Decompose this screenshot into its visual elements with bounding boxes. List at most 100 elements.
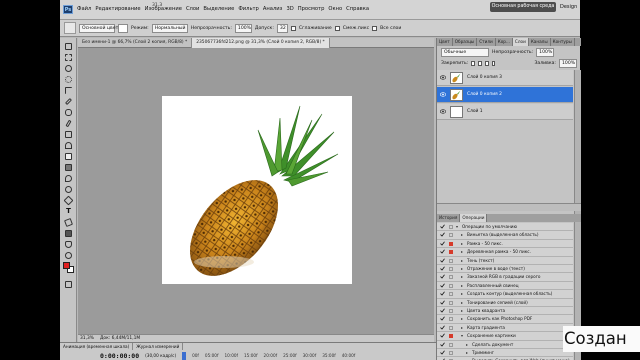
mode-select[interactable]: Нормальный bbox=[151, 23, 188, 33]
expand-right-icon[interactable]: ▸ bbox=[461, 231, 463, 239]
menu-file[interactable]: Файл bbox=[77, 5, 91, 14]
document-tab-png[interactable]: 235067736fd212.png @ 31,3% (Слой 0 копия… bbox=[192, 38, 330, 48]
pattern-picker[interactable] bbox=[118, 23, 128, 33]
spot-healing-tool-icon[interactable] bbox=[63, 108, 74, 117]
menu-image[interactable]: Изображение bbox=[145, 5, 182, 14]
menu-help[interactable]: Справка bbox=[346, 5, 369, 14]
expand-down-icon[interactable]: ▾ bbox=[456, 223, 458, 231]
hand-tool-icon[interactable] bbox=[63, 240, 74, 249]
status-zoom[interactable]: 31,3% bbox=[80, 335, 94, 342]
document-tab-untitled[interactable]: Без имени-1 @ 66,7% (Слой 2 копия, RGB/8… bbox=[78, 38, 193, 48]
checkmark-icon[interactable] bbox=[440, 232, 445, 237]
action-item[interactable]: ▸ Тень (текст) bbox=[437, 256, 573, 265]
zoom-readout[interactable]: 31,3 bbox=[152, 3, 162, 8]
action-item[interactable]: ▸ Деревянная рамка - 50 пикс. bbox=[437, 248, 573, 257]
expand-right-icon[interactable]: ▸ bbox=[461, 315, 463, 323]
dialog-toggle-icon[interactable] bbox=[449, 258, 453, 263]
shape-tool-icon[interactable] bbox=[63, 229, 74, 238]
type-tool-icon[interactable]: T bbox=[63, 207, 74, 216]
expand-right-icon[interactable]: ▸ bbox=[466, 341, 468, 349]
paint-bucket-tool-icon[interactable] bbox=[64, 22, 76, 34]
dialog-toggle-icon[interactable] bbox=[449, 241, 453, 246]
dialog-toggle-icon[interactable] bbox=[449, 250, 453, 255]
action-item[interactable]: ▾ Операции по умолчанию bbox=[437, 223, 573, 232]
expand-right-icon[interactable]: ▸ bbox=[461, 257, 463, 265]
tab-animation[interactable]: Анимация (временная шкала) bbox=[60, 343, 134, 350]
layer-name[interactable]: Слой 0 копия 3 bbox=[467, 70, 502, 86]
tab-styles[interactable]: Стили bbox=[477, 38, 496, 46]
design-workspace-button[interactable]: Design bbox=[560, 2, 582, 12]
action-item[interactable]: ▸ Сделать документ bbox=[437, 340, 573, 349]
checkmark-icon[interactable] bbox=[440, 266, 445, 271]
blend-mode-select[interactable]: Обычные bbox=[441, 48, 489, 57]
checkmark-icon[interactable] bbox=[440, 308, 445, 313]
history-brush-tool-icon[interactable] bbox=[63, 141, 74, 150]
paint-bucket-tool-icon[interactable] bbox=[63, 163, 74, 172]
lock-pixels-icon[interactable] bbox=[478, 61, 482, 66]
expand-right-icon[interactable]: ▸ bbox=[461, 299, 463, 307]
expand-right-icon[interactable]: ▸ bbox=[461, 290, 463, 298]
checkmark-icon[interactable] bbox=[440, 342, 445, 347]
fill-input[interactable]: 100% bbox=[558, 59, 577, 68]
expand-right-icon[interactable]: ▸ bbox=[461, 307, 463, 315]
menu-analysis[interactable]: Анализ bbox=[263, 5, 283, 14]
checkmark-icon[interactable] bbox=[440, 316, 445, 321]
checkmark-icon[interactable] bbox=[440, 350, 445, 355]
all-layers-checkbox[interactable] bbox=[372, 25, 378, 31]
pen-tool-icon[interactable] bbox=[63, 195, 74, 206]
checkmark-icon[interactable] bbox=[440, 300, 445, 305]
action-item[interactable]: ▸ Рамка - 50 пикс. bbox=[437, 239, 573, 249]
checkmark-icon[interactable] bbox=[440, 258, 445, 263]
tab-corrections[interactable]: Кор... bbox=[496, 38, 513, 46]
move-tool-icon[interactable] bbox=[63, 42, 74, 51]
expand-right-icon[interactable]: ▸ bbox=[461, 282, 463, 290]
lock-position-icon[interactable] bbox=[484, 61, 489, 66]
checkmark-icon[interactable] bbox=[440, 249, 445, 254]
checkmark-icon[interactable] bbox=[440, 224, 445, 229]
dialog-toggle-icon[interactable] bbox=[449, 225, 453, 229]
eye-icon[interactable] bbox=[440, 92, 446, 97]
path-select-tool-icon[interactable] bbox=[63, 218, 74, 227]
brush-tool-icon[interactable] bbox=[63, 119, 74, 128]
eye-icon[interactable] bbox=[440, 75, 446, 80]
menu-layers[interactable]: Слои bbox=[186, 5, 199, 14]
zoom-tool-icon[interactable] bbox=[63, 251, 74, 260]
tab-actions[interactable]: Операции bbox=[460, 214, 488, 222]
fill-source-select[interactable]: Основной цвет bbox=[79, 23, 118, 33]
dodge-tool-icon[interactable] bbox=[63, 185, 74, 194]
lock-all-icon[interactable] bbox=[491, 61, 496, 66]
layer-name[interactable]: Слой 0 копия 2 bbox=[467, 87, 502, 103]
action-item[interactable]: ▸ Карта градиента bbox=[437, 323, 573, 333]
layer-name[interactable]: Слой 1 bbox=[467, 104, 483, 120]
layer-row[interactable]: Слой 0 копия 3 bbox=[437, 70, 573, 86]
action-item[interactable]: ▸ Заказной RGB в градации серого bbox=[437, 273, 573, 282]
opacity-input[interactable]: 100% bbox=[234, 23, 252, 33]
contiguous-checkbox[interactable] bbox=[334, 25, 340, 31]
eraser-tool-icon[interactable] bbox=[63, 152, 74, 161]
menu-view[interactable]: Просмотр bbox=[298, 5, 325, 14]
marquee-tool-icon[interactable] bbox=[63, 53, 74, 62]
expand-right-icon[interactable]: ▸ bbox=[466, 349, 468, 357]
expand-right-icon[interactable]: ▸ bbox=[461, 324, 463, 332]
action-item[interactable]: ▸ Создать контур (выделенная область) bbox=[437, 290, 573, 299]
action-item[interactable]: ▸ Сохранить как Photoshop PDF bbox=[437, 315, 573, 324]
action-item[interactable]: ▸ Тримминг bbox=[437, 349, 573, 358]
dialog-toggle-icon[interactable] bbox=[449, 283, 453, 288]
menu-edit[interactable]: Редактирование bbox=[95, 5, 140, 14]
workspace-switcher-button[interactable]: Основная рабочая среда bbox=[490, 2, 556, 12]
checkmark-icon[interactable] bbox=[440, 325, 445, 330]
tab-layers[interactable]: Слои bbox=[512, 38, 529, 46]
layer-row-selected[interactable]: Слой 0 копия 2 bbox=[437, 87, 573, 103]
tab-color[interactable]: Цвет bbox=[437, 38, 453, 46]
tab-measurement-log[interactable]: Журнал измерений bbox=[133, 343, 184, 350]
playhead-icon[interactable] bbox=[182, 351, 187, 360]
crop-tool-icon[interactable] bbox=[63, 86, 74, 95]
layer-row[interactable]: Слой 1 bbox=[437, 104, 573, 120]
clone-stamp-tool-icon[interactable] bbox=[63, 130, 74, 139]
expand-right-icon[interactable]: ▸ bbox=[461, 273, 463, 281]
dialog-toggle-icon[interactable] bbox=[449, 317, 453, 322]
dialog-toggle-icon[interactable] bbox=[449, 233, 453, 238]
dialog-toggle-icon[interactable] bbox=[449, 351, 453, 355]
tab-history[interactable]: История bbox=[437, 214, 461, 222]
action-item[interactable]: ▾ Сохранение картинки bbox=[437, 332, 573, 341]
